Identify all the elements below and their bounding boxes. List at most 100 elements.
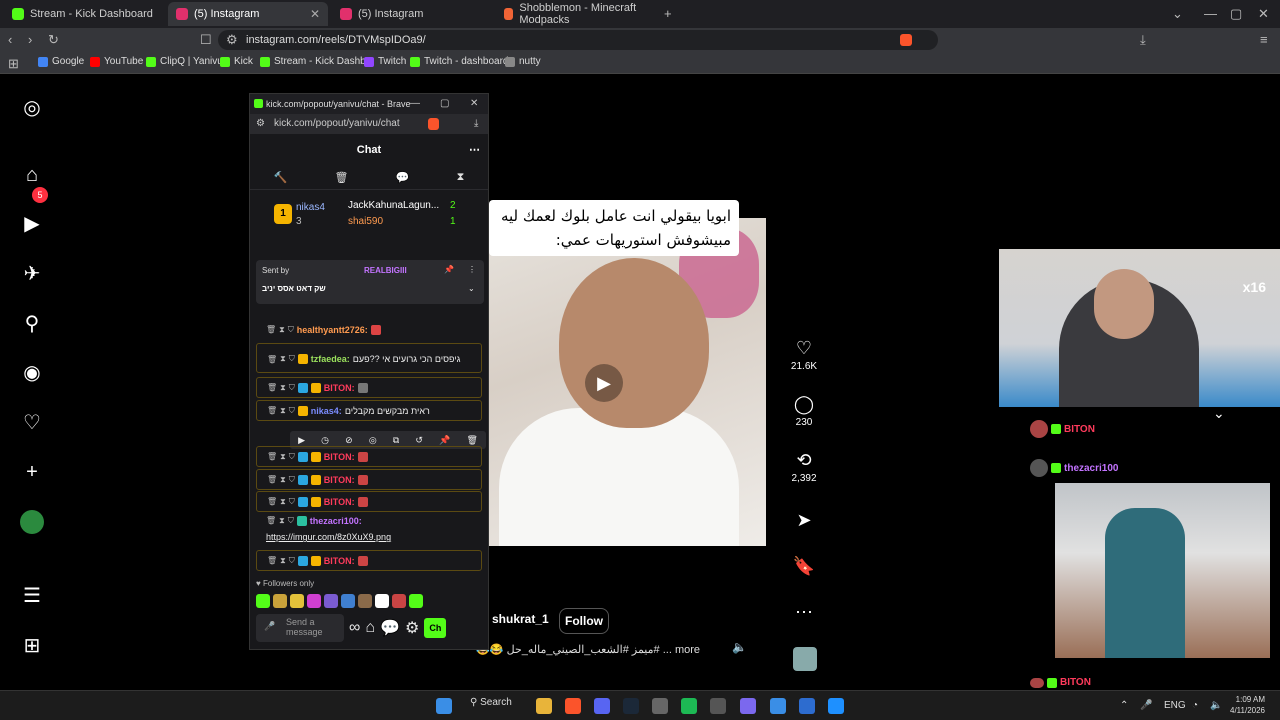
brave-shield-icon[interactable] bbox=[900, 34, 912, 46]
reel-author[interactable]: shukrat_1 bbox=[492, 612, 549, 626]
pin-icon[interactable]: 📌 bbox=[439, 435, 450, 446]
wifi-icon[interactable]: ◔ bbox=[1192, 700, 1198, 711]
pin-icon[interactable]: 📌 bbox=[444, 265, 454, 274]
chevron-down-icon[interactable]: ⌄ bbox=[1172, 6, 1183, 22]
copy-icon[interactable]: ⧉ bbox=[393, 435, 399, 446]
chat-settings-ellipsis-icon[interactable]: ⋯ bbox=[469, 134, 480, 166]
chat-message[interactable]: 🗑 ⧗ ⛉ thezacri100: https://imgur.com/8z0Xu… bbox=[256, 514, 482, 544]
trash-icon[interactable]: 🗑 bbox=[267, 556, 277, 565]
hourglass-icon[interactable]: ⧗ bbox=[280, 383, 286, 393]
site-info-icon[interactable]: ⚙ bbox=[226, 32, 238, 48]
trash-icon[interactable]: 🗑 bbox=[267, 452, 277, 461]
url-field[interactable]: instagram.com/reels/DTVMspIDOa9/ bbox=[218, 30, 938, 50]
hourglass-icon[interactable]: ⧗ bbox=[280, 497, 286, 507]
forward-icon[interactable]: › bbox=[28, 32, 32, 47]
app-icon[interactable] bbox=[799, 698, 815, 714]
trash-icon[interactable]: 🗑 bbox=[466, 435, 477, 446]
emote-button[interactable] bbox=[409, 594, 423, 608]
chat-bubble-icon[interactable]: 💬 bbox=[396, 171, 410, 184]
emote-button[interactable] bbox=[341, 594, 355, 608]
emote-button[interactable] bbox=[256, 594, 270, 608]
follow-button[interactable]: Follow bbox=[559, 608, 609, 634]
app-icon[interactable] bbox=[710, 698, 726, 714]
language-indicator[interactable]: ENG bbox=[1164, 700, 1186, 711]
tray-chevron-icon[interactable]: ⌃ bbox=[1120, 700, 1128, 711]
download-icon[interactable]: ⤓ bbox=[1140, 32, 1146, 48]
link-icon[interactable]: ∞ bbox=[349, 619, 360, 637]
audio-thumbnail[interactable] bbox=[793, 647, 817, 671]
file-explorer-icon[interactable] bbox=[536, 698, 552, 714]
hourglass-icon[interactable]: ⧗ bbox=[280, 354, 286, 364]
chat-send-button[interactable]: Ch bbox=[424, 618, 447, 638]
chat-message[interactable]: 🗑 ⧗ ⛉ BITON: bbox=[256, 550, 482, 571]
chat-username[interactable]: BITON: bbox=[324, 383, 355, 393]
mute-icon[interactable]: 🔈 bbox=[732, 640, 747, 654]
trash-icon[interactable]: 🗑 bbox=[266, 516, 276, 525]
hourglass-icon[interactable]: ⧗ bbox=[279, 325, 285, 335]
explore-icon[interactable]: ◉ bbox=[20, 361, 44, 385]
chat-bubble-icon[interactable]: 💬 bbox=[380, 618, 400, 638]
undo-icon[interactable]: ↺ bbox=[415, 435, 423, 446]
apps-icon[interactable]: ⊞ bbox=[8, 56, 19, 72]
trash-icon[interactable]: 🗑 bbox=[335, 171, 349, 184]
back-icon[interactable]: ‹ bbox=[8, 32, 12, 47]
reels-icon[interactable]: ▶ bbox=[20, 212, 44, 236]
chat-message[interactable]: 🗑 ⧗ ⛉ BITON: bbox=[256, 446, 482, 467]
like-button[interactable]: ♡ 21.6K bbox=[786, 338, 822, 372]
microphone-icon[interactable]: 🎤 bbox=[264, 621, 275, 631]
chat-username[interactable]: tzfaedea: bbox=[311, 354, 350, 364]
also-from-meta-icon[interactable]: ⊞ bbox=[20, 634, 44, 658]
comment-button[interactable]: ◯ 230 bbox=[786, 394, 822, 428]
maximize-icon[interactable]: ▢ bbox=[440, 94, 449, 114]
new-tab-icon[interactable]: + bbox=[664, 6, 672, 21]
chat-message[interactable]: 🗑 ⧗ ⛉ BITON: bbox=[256, 377, 482, 398]
chat-username[interactable]: thezacri100: bbox=[310, 516, 362, 526]
taskbar-clock[interactable]: 1:09 AM 4/11/2026 bbox=[1230, 694, 1265, 716]
app-icon[interactable] bbox=[770, 698, 786, 714]
profile-avatar[interactable] bbox=[20, 510, 44, 534]
bookmark-nutty[interactable]: nutty bbox=[505, 56, 541, 67]
pinned-user[interactable]: REALBIGIII bbox=[364, 266, 407, 275]
share-button[interactable]: ➤ bbox=[786, 510, 822, 531]
save-button[interactable]: 🔖 bbox=[786, 556, 822, 577]
home-icon[interactable]: ⌂ bbox=[20, 163, 44, 187]
steam-icon[interactable] bbox=[623, 698, 639, 714]
tab-instagram[interactable]: (5) Instagram bbox=[332, 2, 492, 26]
instagram-logo-icon[interactable]: ◎ bbox=[20, 96, 44, 120]
more-link[interactable]: more ... bbox=[663, 644, 700, 656]
chat-username[interactable]: BITON: bbox=[324, 452, 355, 462]
trash-icon[interactable]: 🗑 bbox=[266, 325, 276, 334]
hourglass-icon[interactable]: ⧗ bbox=[280, 406, 286, 416]
close-window-icon[interactable]: ✕ bbox=[1258, 6, 1269, 22]
download-icon[interactable]: ⤓ bbox=[474, 114, 478, 134]
chat-message[interactable]: 🗑 ⧗ ⛉ BITON: bbox=[256, 491, 482, 512]
ellipsis-icon[interactable]: ⋮ bbox=[468, 265, 476, 274]
app-icon[interactable] bbox=[740, 698, 756, 714]
bookmark-twitch[interactable]: Twitch bbox=[364, 56, 406, 67]
windows-start-icon[interactable] bbox=[436, 698, 452, 714]
reload-icon[interactable]: ↻ bbox=[48, 32, 59, 48]
reply-icon[interactable]: ◎ bbox=[369, 435, 377, 446]
clock-icon[interactable]: ◷ bbox=[321, 435, 329, 446]
leader-name[interactable]: shai590 bbox=[348, 216, 383, 227]
app-icon[interactable] bbox=[828, 698, 844, 714]
play-icon[interactable]: ▶ bbox=[298, 435, 305, 446]
minimize-icon[interactable]: — bbox=[410, 94, 420, 114]
obs-icon[interactable] bbox=[652, 698, 668, 714]
hourglass-icon[interactable]: ⧗ bbox=[280, 556, 286, 566]
search-icon[interactable]: ⚲ bbox=[20, 312, 44, 336]
chat-message[interactable]: 🗑 ⧗ ⛉ tzfaedea: גיפסים הכי גרועים אי ??פעם bbox=[256, 343, 482, 373]
notifications-heart-icon[interactable]: ♡ bbox=[20, 411, 44, 435]
chat-username[interactable]: BITON: bbox=[324, 475, 355, 485]
chat-username[interactable]: BITON: bbox=[324, 556, 355, 566]
emote-button[interactable] bbox=[358, 594, 372, 608]
more-options-button[interactable]: ⋯ bbox=[786, 602, 822, 623]
repost-button[interactable]: ⟲ 2,392 bbox=[786, 450, 822, 484]
hourglass-icon[interactable]: ⧗ bbox=[457, 171, 465, 184]
direct-messages-icon[interactable]: ✈ bbox=[20, 262, 44, 286]
leader-name[interactable]: nikas4 bbox=[296, 202, 325, 213]
chat-message[interactable]: 🗑 ⧗ ⛉ BITON: bbox=[256, 469, 482, 490]
chat-username[interactable]: healthyantt2726: bbox=[297, 325, 368, 335]
volume-icon[interactable]: 🔈 bbox=[1210, 700, 1222, 711]
play-icon[interactable]: ▶ bbox=[585, 364, 623, 402]
